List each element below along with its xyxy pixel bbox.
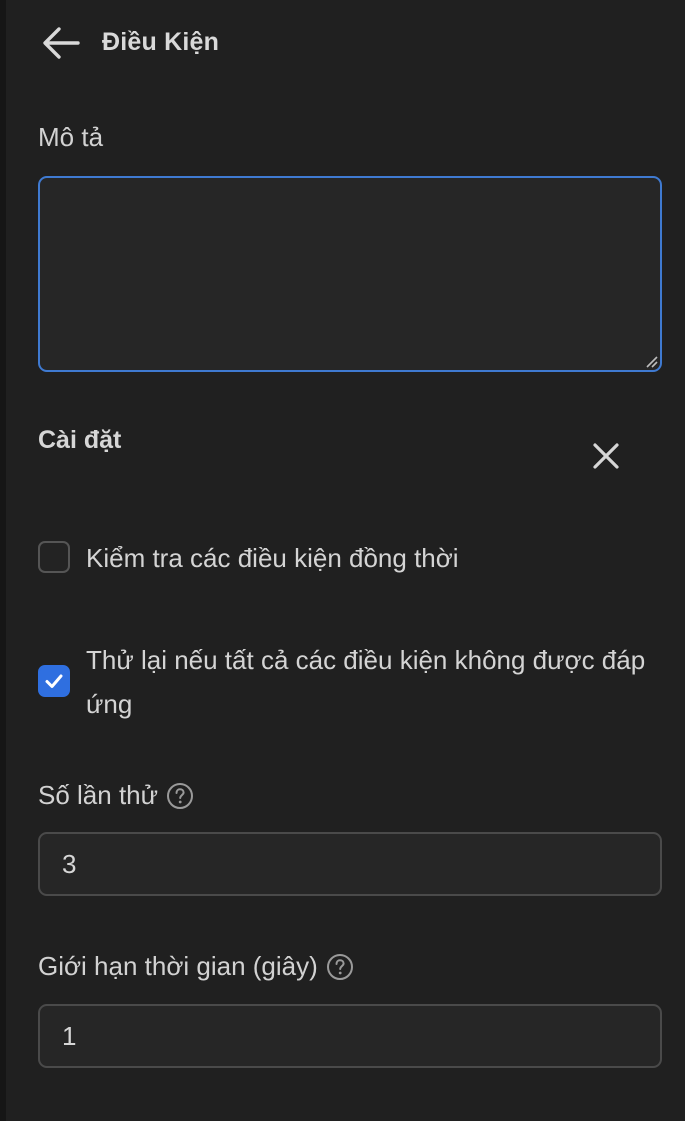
page-title: Điều Kiện xyxy=(102,28,220,56)
settings-title: Cài đặt xyxy=(38,426,122,454)
retry-if-unmet-label: Thử lại nếu tất cả các điều kiện không đ… xyxy=(86,645,646,719)
close-settings-button[interactable] xyxy=(586,436,626,476)
close-icon xyxy=(593,443,619,469)
description-label-text: Mô tả xyxy=(38,122,104,152)
time-limit-input[interactable] xyxy=(38,1004,662,1068)
retry-count-input[interactable] xyxy=(38,832,662,896)
retry-count-label-text: Số lần thử xyxy=(38,780,159,810)
check-simultaneously-checkbox[interactable] xyxy=(38,541,70,573)
arrow-left-icon xyxy=(43,27,80,59)
retry-if-unmet-checkbox[interactable] xyxy=(38,665,70,697)
question-circle-icon[interactable] xyxy=(166,782,194,810)
check-simultaneously-label: Kiểm tra các điều kiện đồng thời xyxy=(86,543,459,573)
retry-if-unmet-option[interactable]: Thử lại nếu tất cả các điều kiện không đ… xyxy=(38,638,646,726)
resize-grip-icon[interactable] xyxy=(644,354,658,368)
time-limit-label: Giới hạn thời gian (giây) xyxy=(38,951,354,982)
question-circle-icon[interactable] xyxy=(326,953,354,981)
back-button[interactable] xyxy=(40,24,82,62)
time-limit-label-text: Giới hạn thời gian (giây) xyxy=(38,951,318,981)
retry-count-label: Số lần thử xyxy=(38,780,194,811)
description-label: Mô tả xyxy=(38,122,103,153)
checkmark-icon xyxy=(45,674,63,688)
description-textarea[interactable] xyxy=(38,176,662,372)
check-simultaneously-option[interactable]: Kiểm tra các điều kiện đồng thời xyxy=(38,536,459,580)
